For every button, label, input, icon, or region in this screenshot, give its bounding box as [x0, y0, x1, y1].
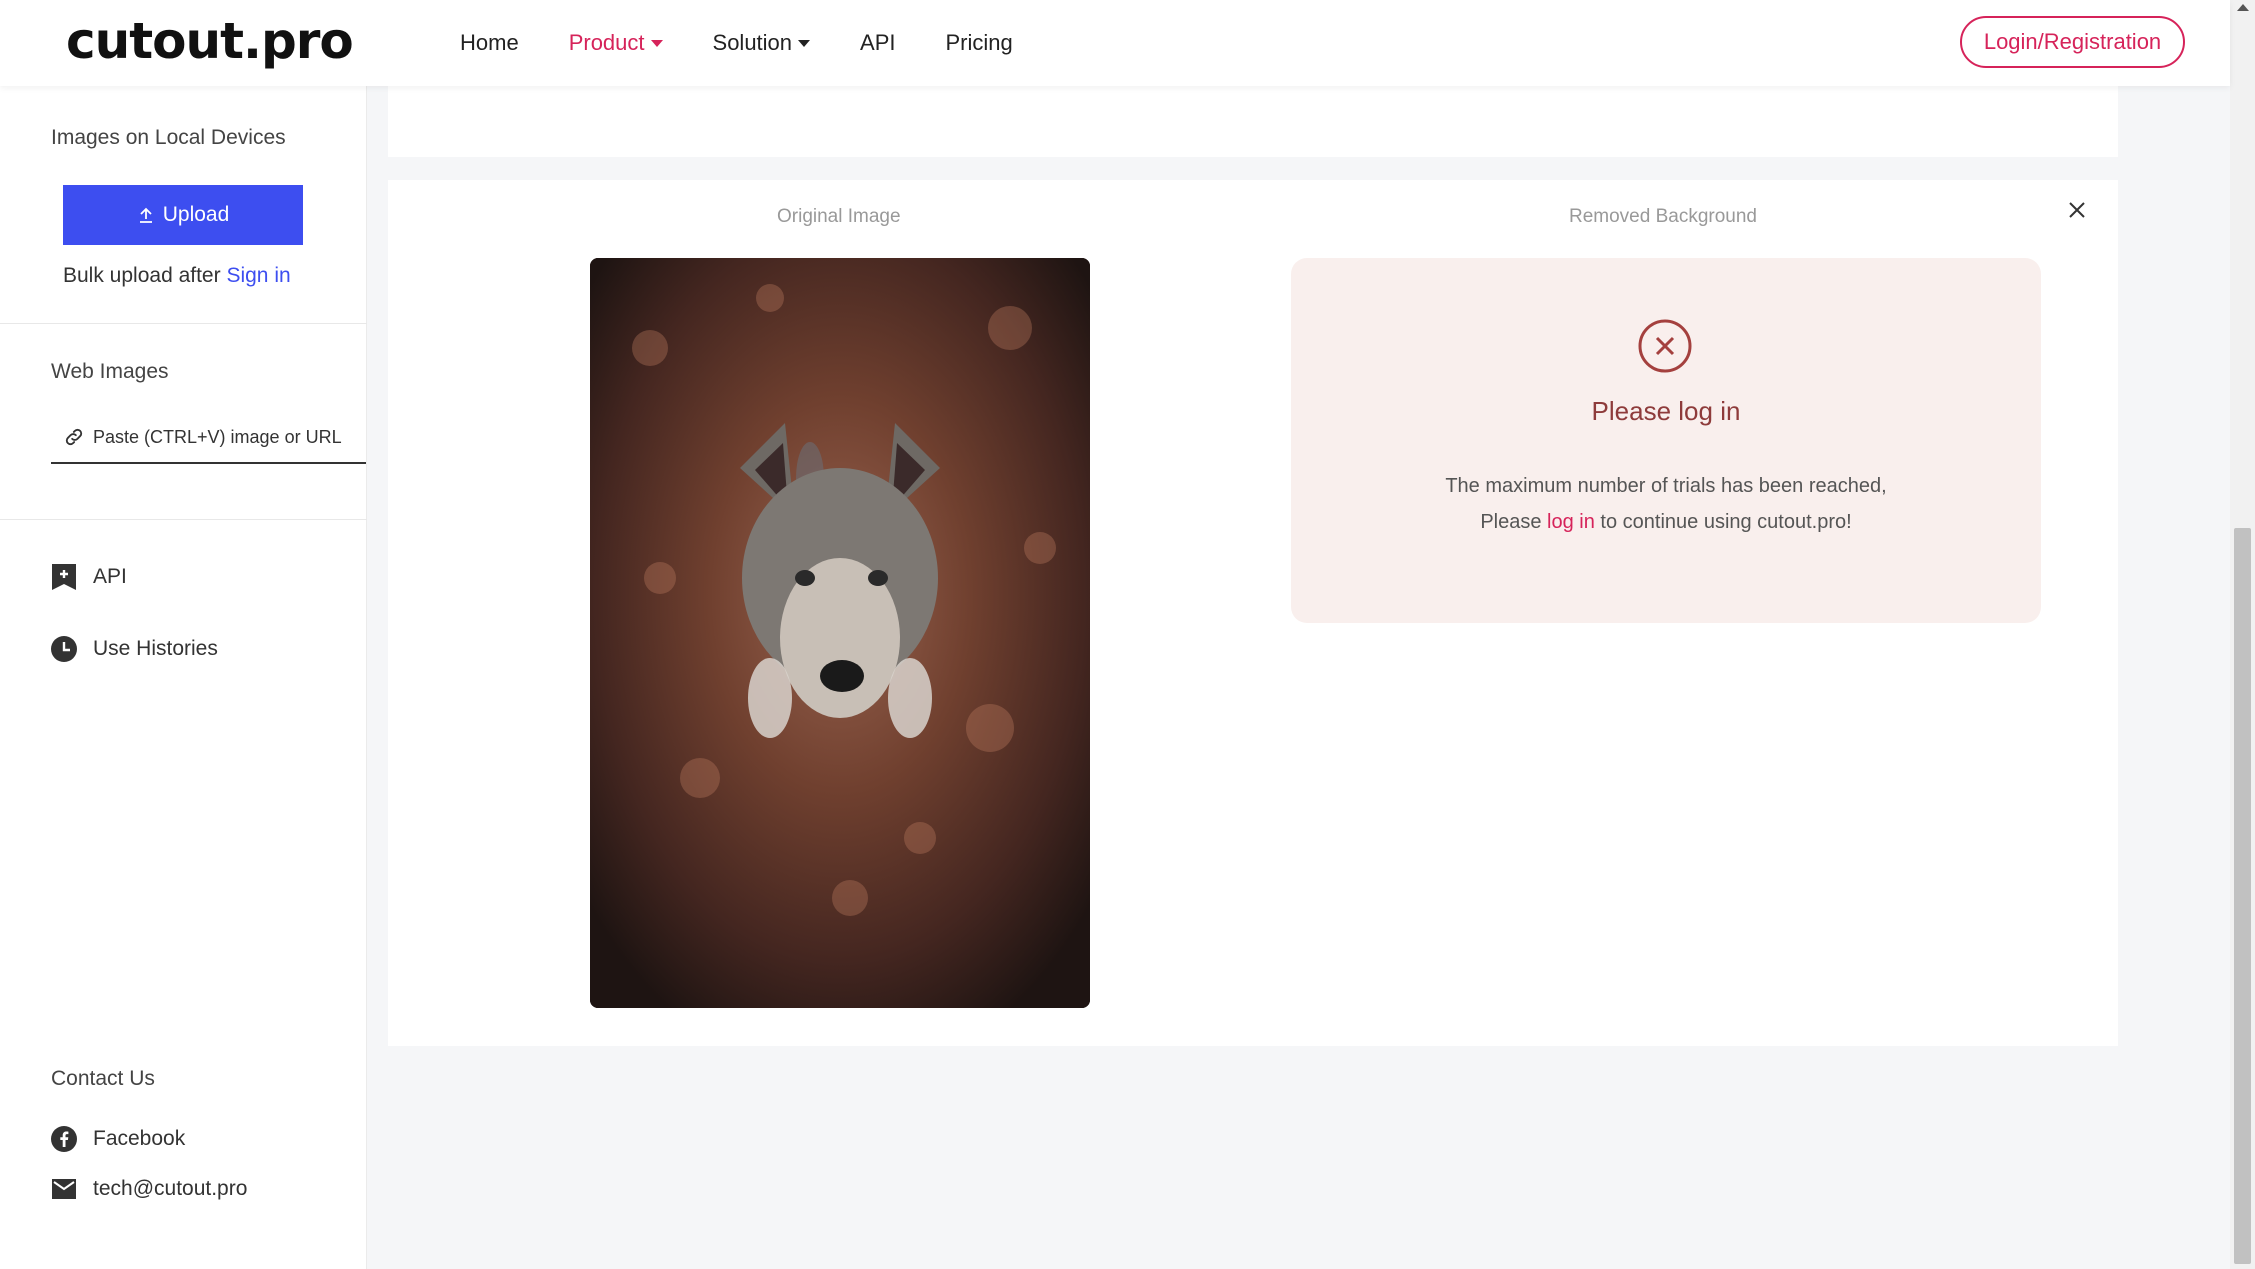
notice-line-2: Please log in to continue using cutout.p… [1291, 504, 2041, 540]
email-link[interactable]: tech@cutout.pro [51, 1176, 247, 1202]
upload-button[interactable]: Upload [63, 185, 303, 245]
bulk-upload-label: Bulk upload after [63, 264, 221, 287]
facebook-icon [51, 1126, 77, 1152]
notice-message: The maximum number of trials has been re… [1291, 468, 2041, 540]
notice-title: Please log in [1591, 396, 1741, 426]
web-images-heading: Web Images [51, 360, 169, 383]
facebook-link[interactable]: Facebook [51, 1126, 185, 1152]
original-photo [590, 258, 1090, 1008]
sidebar: Images on Local Devices Upload Bulk uplo… [0, 86, 367, 1269]
log-in-link[interactable]: log in [1547, 511, 1595, 533]
nav-home-label: Home [460, 30, 519, 55]
nav-home[interactable]: Home [460, 30, 519, 56]
error-circle-icon [1638, 319, 1692, 373]
notice-line-2-prefix: Please [1480, 511, 1542, 533]
page-scrollbar[interactable] [2230, 0, 2255, 1269]
main-nav: Home Product Solution API Pricing [460, 0, 1063, 86]
original-image-label: Original Image [777, 206, 901, 227]
cutout-logo[interactable]: cutout.pro [66, 12, 354, 70]
sidebar-item-use-histories[interactable]: Use Histories [51, 636, 218, 662]
notice-line-2-suffix: to continue using cutout.pro! [1600, 511, 1852, 533]
nav-api-label: API [860, 30, 896, 55]
sidebar-item-label: API [93, 565, 127, 588]
top-header: cutout.pro Home Product Solution API Pri… [0, 0, 2230, 86]
login-required-notice: Please log in The maximum number of tria… [1291, 258, 2041, 623]
notice-line-1: The maximum number of trials has been re… [1445, 475, 1887, 497]
nav-pricing[interactable]: Pricing [946, 30, 1013, 56]
clock-icon [51, 636, 77, 662]
nav-api[interactable]: API [860, 30, 895, 56]
nav-pricing-label: Pricing [945, 30, 1013, 55]
bulk-upload-text: Bulk upload after Sign in [63, 264, 291, 288]
link-icon [65, 428, 83, 446]
chevron-down-icon [650, 39, 663, 47]
sidebar-item-api[interactable]: API [51, 564, 127, 590]
local-devices-heading: Images on Local Devices [51, 126, 286, 149]
mail-icon [51, 1176, 77, 1202]
sign-in-link[interactable]: Sign in [226, 264, 290, 287]
nav-solution-label: Solution [712, 30, 793, 55]
scroll-up-arrow-icon[interactable] [2237, 4, 2249, 11]
dog-photo-image [590, 258, 1090, 1008]
nav-product-label: Product [568, 30, 645, 55]
facebook-label: Facebook [93, 1127, 186, 1150]
result-panel: Original Image Removed Background Please… [388, 180, 2118, 1046]
nav-solution[interactable]: Solution [713, 30, 811, 56]
email-label: tech@cutout.pro [93, 1177, 248, 1200]
contact-us-heading: Contact Us [51, 1067, 155, 1090]
close-icon[interactable] [2063, 196, 2091, 224]
divider [0, 323, 367, 324]
url-input[interactable] [93, 426, 353, 448]
api-bookmark-icon [51, 564, 77, 590]
scroll-thumb[interactable] [2234, 528, 2251, 1264]
sidebar-item-label: Use Histories [93, 637, 218, 660]
url-paste-field[interactable] [51, 412, 366, 464]
upload-label: Upload [162, 203, 230, 226]
nav-product[interactable]: Product [569, 30, 663, 56]
removed-background-label: Removed Background [1569, 206, 1757, 227]
login-registration-button[interactable]: Login/Registration [1960, 16, 2185, 68]
upload-icon [139, 207, 152, 223]
chevron-down-icon [798, 39, 811, 47]
top-panel [388, 86, 2118, 157]
divider [0, 519, 367, 520]
